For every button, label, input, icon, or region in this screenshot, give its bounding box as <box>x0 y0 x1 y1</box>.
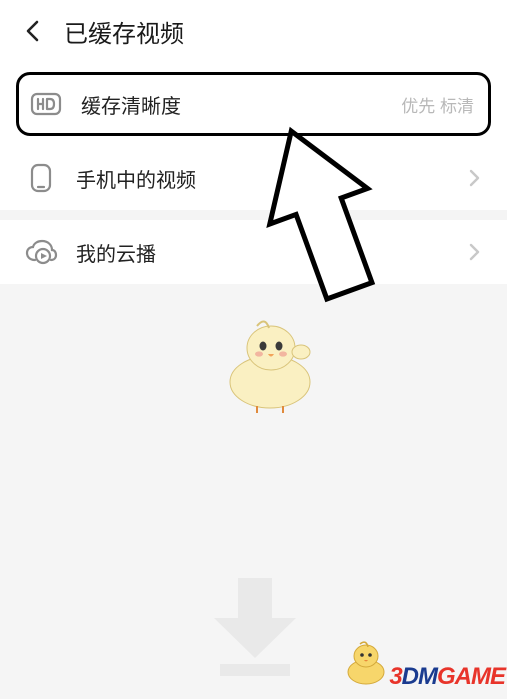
row-label: 手机中的视频 <box>76 164 465 193</box>
phone-icon <box>24 161 58 195</box>
chevron-right-icon <box>465 168 485 188</box>
hd-icon <box>29 87 63 121</box>
row-label: 缓存清晰度 <box>81 90 401 119</box>
cloud-play-icon <box>24 235 58 269</box>
row-label: 我的云播 <box>76 238 465 267</box>
section-divider <box>0 210 507 220</box>
empty-state-area <box>0 284 507 699</box>
row-phone-videos[interactable]: 手机中的视频 <box>0 146 507 210</box>
row-cloud-play[interactable]: 我的云播 <box>0 220 507 284</box>
page-title: 已缓存视频 <box>64 14 184 49</box>
row-value: 优先 标清 <box>401 92 474 117</box>
chevron-right-icon <box>465 242 485 262</box>
row-cache-quality[interactable]: 缓存清晰度 优先 标清 <box>16 72 491 136</box>
back-icon <box>22 20 44 42</box>
back-button[interactable] <box>8 6 58 56</box>
header-bar: 已缓存视频 <box>0 0 507 62</box>
